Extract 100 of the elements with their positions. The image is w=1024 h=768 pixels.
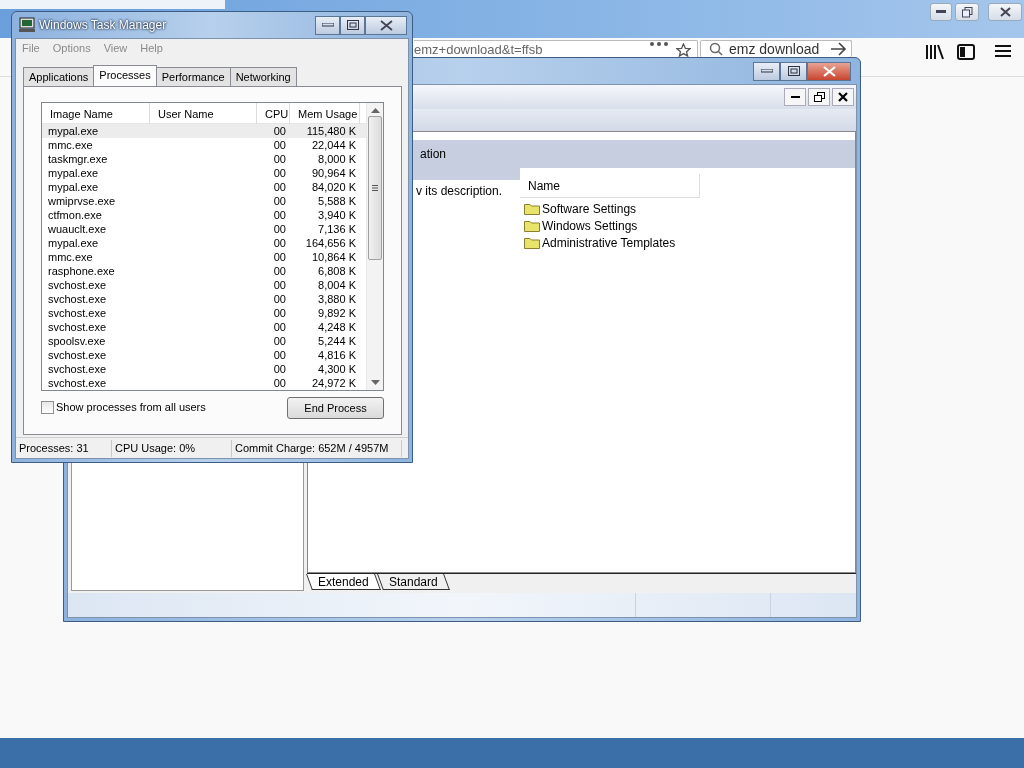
table-cell-text: mmc.exe	[47, 138, 94, 152]
column-header[interactable]: Name	[520, 174, 700, 198]
table-cell-text: 4,816 K	[317, 348, 357, 362]
table-cell-text: svchost.exe	[47, 376, 108, 390]
up-arrow-icon[interactable]	[370, 108, 380, 113]
view-tab[interactable]: Extended	[306, 574, 381, 590]
tab[interactable]: Performance	[155, 67, 231, 86]
table-cell-text: 22,044 K	[310, 138, 357, 152]
restore-button[interactable]	[955, 3, 979, 21]
checkbox[interactable]	[41, 400, 54, 414]
star-icon[interactable]	[676, 43, 691, 57]
library-icon[interactable]	[926, 44, 944, 60]
table-row[interactable]: mypal.exe 00 164,656 K	[42, 236, 366, 250]
close-button[interactable]	[988, 3, 1022, 21]
menu-icon[interactable]	[995, 44, 1011, 58]
more-icon[interactable]	[650, 42, 668, 46]
table-row[interactable]: svchost.exe 00 8,004 K	[42, 278, 366, 292]
tab[interactable]: Applications	[23, 67, 95, 86]
table-cell-text: 3,940 K	[317, 208, 357, 222]
table-cell-text: 00	[272, 166, 287, 180]
table-cell-text: mypal.exe	[47, 124, 100, 138]
table-cell-text: 84,020 K	[310, 180, 357, 194]
restore-icon	[813, 92, 825, 102]
end-process-button[interactable]: End Process	[287, 397, 384, 419]
table-cell-text: rasphone.exe	[47, 264, 116, 278]
table-row[interactable]: svchost.exe 00 4,248 K	[42, 320, 366, 334]
arrow-icon[interactable]	[830, 42, 847, 56]
table-row[interactable]: ctfmon.exe 00 3,940 K	[42, 208, 366, 222]
table-cell-text: 00	[272, 124, 287, 138]
sidebar-icon[interactable]	[957, 44, 975, 60]
checkbox-label[interactable]: Show processes from all users	[56, 399, 206, 416]
view-tab[interactable]: Standard	[376, 574, 450, 590]
table-row[interactable]: svchost.exe 00 3,880 K	[42, 292, 366, 306]
list-item[interactable]: Software Settings	[520, 200, 855, 217]
close-icon	[999, 7, 1011, 17]
window-title: Windows Task Manager	[39, 17, 167, 34]
description-text: v its description.	[416, 184, 503, 198]
table-cell-text: ctfmon.exe	[47, 208, 103, 222]
list-item[interactable]: Windows Settings	[520, 217, 855, 234]
search-field[interactable]: emz download	[700, 40, 852, 57]
maximize-button[interactable]	[780, 61, 807, 81]
table-cell-text: 00	[272, 292, 287, 306]
table-cell-text: taskmgr.exe	[47, 152, 109, 166]
table-row[interactable]: wmiprvse.exe 00 5,588 K	[42, 194, 366, 208]
minimize-icon	[790, 95, 800, 99]
table-row[interactable]: svchost.exe 00 4,300 K	[42, 362, 366, 376]
close-button[interactable]	[365, 15, 407, 35]
table-cell-text: 00	[272, 180, 287, 194]
scrollbar[interactable]	[366, 103, 383, 390]
table-row[interactable]: rasphone.exe 00 6,808 K	[42, 264, 366, 278]
table-row[interactable]: mmc.exe 00 22,044 K	[42, 138, 366, 152]
table-cell-text: 6,808 K	[317, 264, 357, 278]
folder-icon	[524, 219, 540, 232]
url-text: emz+download&t=ffsb	[414, 42, 543, 57]
close-icon	[838, 92, 848, 102]
table-row[interactable]: mypal.exe 00 115,480 K	[42, 124, 366, 138]
table-cell-text: wuauclt.exe	[47, 222, 108, 236]
minimize-button[interactable]	[784, 88, 806, 106]
maximize-icon	[787, 66, 800, 76]
table-row[interactable]: mmc.exe 00 10,864 K	[42, 250, 366, 264]
table-row[interactable]: svchost.exe 00 24,972 K	[42, 376, 366, 390]
table-cell-text: svchost.exe	[47, 278, 108, 292]
table-cell-text: svchost.exe	[47, 292, 108, 306]
search-icon	[709, 42, 723, 56]
status-text: Commit Charge: 652M / 4957M	[232, 439, 402, 457]
list-item[interactable]: Administrative Templates	[520, 234, 855, 251]
table-row[interactable]: wuauclt.exe 00 7,136 K	[42, 222, 366, 236]
table-cell-text: 5,588 K	[317, 194, 357, 208]
table-row[interactable]: svchost.exe 00 9,892 K	[42, 306, 366, 320]
table-cell-text: 00	[272, 306, 287, 320]
maximize-button[interactable]	[340, 15, 365, 35]
address-bar[interactable]: emz+download&t=ffsb	[414, 40, 698, 57]
table-cell-text: 164,656 K	[304, 236, 357, 250]
table-cell-text: 00	[272, 222, 287, 236]
close-button[interactable]	[832, 88, 854, 106]
table-cell-text: 00	[272, 334, 287, 348]
close-icon	[822, 65, 836, 77]
table-cell-text: 00	[272, 236, 287, 250]
table-cell-text: 8,000 K	[317, 152, 357, 166]
table-row[interactable]: taskmgr.exe 00 8,000 K	[42, 152, 366, 166]
status-text: CPU Usage: 0%	[112, 439, 232, 457]
down-arrow-icon[interactable]	[370, 380, 380, 385]
table-row[interactable]: spoolsv.exe 00 5,244 K	[42, 334, 366, 348]
scroll-thumb[interactable]	[368, 116, 382, 260]
table-cell-text: 3,880 K	[317, 292, 357, 306]
minimize-button[interactable]	[930, 3, 952, 21]
table-cell-text: 5,244 K	[317, 334, 357, 348]
table-cell-text: spoolsv.exe	[47, 334, 107, 348]
tab[interactable]: Networking	[229, 67, 297, 86]
table-cell-text: 4,248 K	[317, 320, 357, 334]
table-cell-text: 00	[272, 152, 287, 166]
restore-button[interactable]	[808, 88, 830, 106]
table-row[interactable]: mypal.exe 00 90,964 K	[42, 166, 366, 180]
table-cell-text: 00	[272, 138, 287, 152]
header-title: ation	[420, 146, 447, 163]
table-cell-text: 10,864 K	[310, 250, 357, 264]
table-row[interactable]: svchost.exe 00 4,816 K	[42, 348, 366, 362]
restore-icon	[961, 6, 973, 18]
table-row[interactable]: mypal.exe 00 84,020 K	[42, 180, 366, 194]
tab[interactable]: Processes	[93, 65, 157, 86]
